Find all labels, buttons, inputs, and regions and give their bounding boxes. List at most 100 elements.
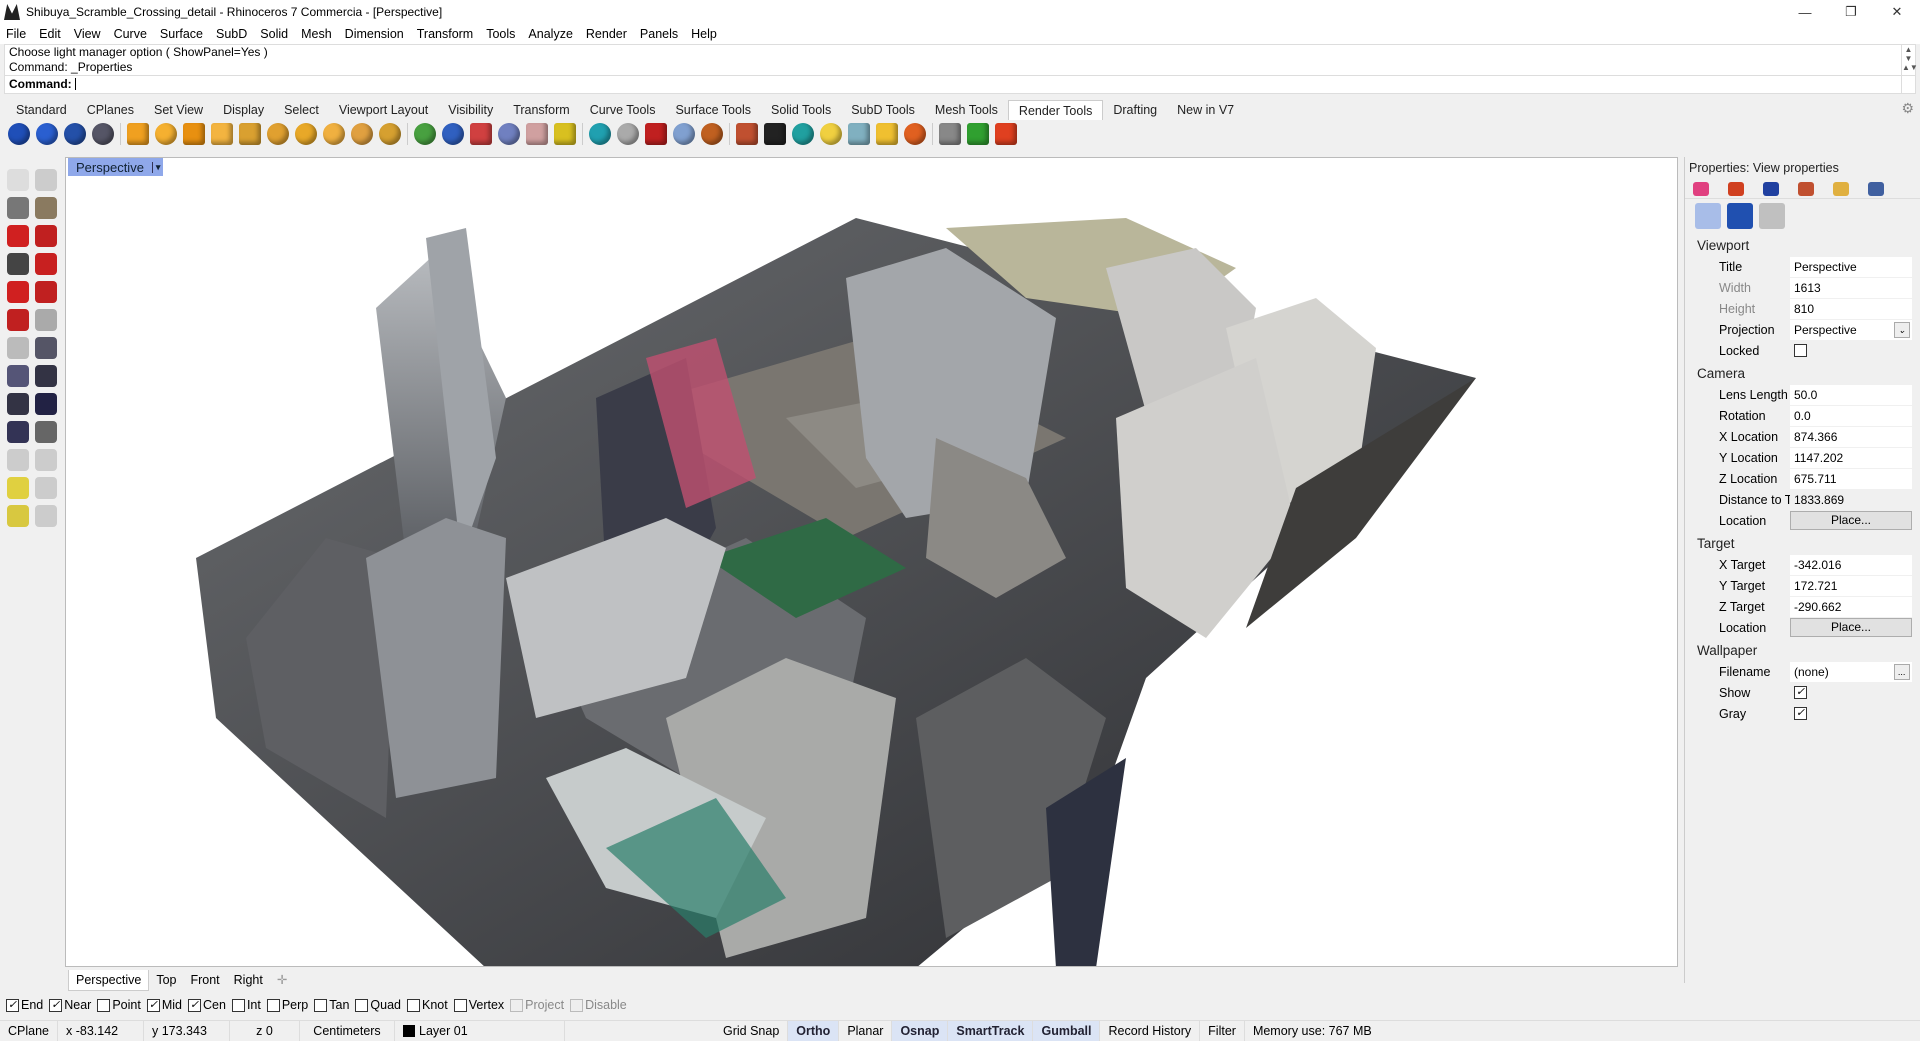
osnap-near[interactable]: ✓ Near (49, 998, 91, 1012)
toggle-planar[interactable]: Planar (839, 1020, 893, 1041)
title-field[interactable]: Perspective (1790, 256, 1912, 277)
osnap-knot[interactable]: Knot (407, 998, 448, 1012)
rotation-field[interactable]: 0.0 (1790, 405, 1912, 426)
folder-icon[interactable] (876, 123, 898, 145)
checkbox[interactable]: ✓ (188, 998, 201, 1012)
mapping-widget-icon[interactable] (554, 123, 576, 145)
y-location-field[interactable]: 1147.202 (1790, 447, 1912, 468)
plane-side-icon[interactable] (35, 393, 57, 415)
camera-icon[interactable] (1695, 203, 1721, 229)
z-target-field[interactable]: -290.662 (1790, 596, 1912, 617)
x-location-field[interactable]: 874.366 (1790, 426, 1912, 447)
command-scrollbar[interactable]: ▲ ▼ ▲▼ (1901, 45, 1918, 93)
menu-mesh[interactable]: Mesh (301, 27, 332, 41)
named-views-icon[interactable] (1727, 203, 1753, 229)
point-light-icon[interactable] (155, 123, 177, 145)
menu-analyze[interactable]: Analyze (528, 27, 572, 41)
save-render-icon[interactable] (92, 123, 114, 145)
close-button[interactable]: ✕ (1874, 0, 1920, 24)
points-on-icon[interactable] (35, 169, 57, 191)
place-button[interactable]: Place... (1790, 511, 1912, 530)
render-icon[interactable] (8, 123, 30, 145)
basketball-icon[interactable] (701, 123, 723, 145)
directional-light-icon[interactable] (183, 123, 205, 145)
menu-edit[interactable]: Edit (39, 27, 61, 41)
tab-viewport-layout[interactable]: Viewport Layout (329, 100, 438, 120)
filename-field[interactable]: (none)... (1790, 661, 1912, 682)
viewport-tab-right[interactable]: Right (227, 970, 270, 990)
viewport-tab-perspective[interactable]: Perspective (68, 969, 150, 991)
jet-icon[interactable] (7, 365, 29, 387)
projection-field[interactable]: Perspective ⌄ (1790, 319, 1912, 340)
osnap-point[interactable]: Point (97, 998, 141, 1012)
checkbox[interactable]: ✓ (6, 998, 19, 1012)
environment-icon[interactable] (1763, 181, 1779, 196)
tab-surface-tools[interactable]: Surface Tools (665, 100, 761, 120)
zoom-window-icon[interactable] (7, 449, 29, 471)
place-button[interactable]: Place... (1790, 618, 1912, 637)
car-front-icon[interactable] (35, 281, 57, 303)
zoom-selected-icon[interactable] (35, 449, 57, 471)
tab-mesh-tools[interactable]: Mesh Tools (925, 100, 1008, 120)
minimize-button[interactable]: — (1782, 0, 1828, 24)
osnap-mid[interactable]: ✓ Mid (146, 998, 182, 1012)
tab-select[interactable]: Select (274, 100, 329, 120)
osnap-cen[interactable]: ✓ Cen (188, 998, 226, 1012)
checkbox[interactable] (510, 998, 524, 1012)
car-small-icon[interactable] (7, 309, 29, 331)
zoom-all-icon[interactable] (7, 505, 29, 527)
color-wheel-icon[interactable] (1693, 181, 1709, 196)
tab-cplanes[interactable]: CPlanes (77, 100, 144, 120)
checker-icon[interactable] (764, 123, 786, 145)
menu-panels[interactable]: Panels (640, 27, 678, 41)
cube-icon[interactable] (35, 421, 57, 443)
tab-transform[interactable]: Transform (503, 100, 580, 120)
menu-dimension[interactable]: Dimension (345, 27, 404, 41)
perspective-viewport[interactable]: Perspective ▾ (65, 157, 1678, 967)
checkbox[interactable] (453, 998, 467, 1012)
command-input[interactable]: Command: (5, 75, 1915, 92)
menu-transform[interactable]: Transform (417, 27, 474, 41)
checkbox[interactable] (231, 998, 245, 1012)
menu-curve[interactable]: Curve (114, 27, 147, 41)
edit-light-icon[interactable] (351, 123, 373, 145)
car-garage-icon[interactable] (35, 197, 57, 219)
osnap-project[interactable]: Project (510, 998, 564, 1012)
render-mesh-icon[interactable] (848, 123, 870, 145)
osnap-vertex[interactable]: Vertex (453, 998, 504, 1012)
lens-length-field[interactable]: 50.0 (1790, 384, 1912, 405)
lamp-icon[interactable] (820, 123, 842, 145)
gear-icon[interactable]: ⚙ (1901, 100, 1914, 117)
car-tires-icon[interactable] (7, 253, 29, 275)
plane-top-icon[interactable] (7, 393, 29, 415)
toggle-smarttrack[interactable]: SmartTrack (948, 1020, 1034, 1041)
tab-set-view[interactable]: Set View (144, 100, 213, 120)
tab-solid-tools[interactable]: Solid Tools (761, 100, 841, 120)
toggle-osnap[interactable]: Osnap (892, 1020, 949, 1041)
render-settings-icon[interactable] (1868, 181, 1884, 196)
plane-small-icon[interactable] (35, 365, 57, 387)
osnap-quad[interactable]: Quad (355, 998, 401, 1012)
toggle-filter[interactable]: Filter (1200, 1020, 1245, 1041)
toggle-record-history[interactable]: Record History (1100, 1020, 1201, 1041)
locked-checkbox[interactable] (1794, 344, 1807, 357)
y-target-field[interactable]: 172.721 (1790, 575, 1912, 596)
light-options-icon[interactable] (379, 123, 401, 145)
menu-view[interactable]: View (74, 27, 101, 41)
tab-render-tools[interactable]: Render Tools (1007, 100, 1104, 120)
gray-checkbox[interactable]: ✓ (1794, 707, 1807, 720)
ground-plane-icon[interactable] (589, 123, 611, 145)
tab-drafting[interactable]: Drafting (1103, 100, 1167, 120)
menu-render[interactable]: Render (586, 27, 627, 41)
tab-visibility[interactable]: Visibility (438, 100, 503, 120)
sun-icon[interactable] (295, 123, 317, 145)
chevron-down-icon[interactable]: ▾ (151, 161, 164, 173)
show-checkbox[interactable]: ✓ (1794, 686, 1807, 699)
checkbox[interactable] (355, 998, 369, 1012)
menu-subd[interactable]: SubD (216, 27, 247, 41)
linear-light-icon[interactable] (239, 123, 261, 145)
osnap-tan[interactable]: Tan (314, 998, 349, 1012)
select-icon[interactable] (7, 169, 29, 191)
checkbox[interactable]: ✓ (49, 998, 63, 1012)
water-icon[interactable] (792, 123, 814, 145)
